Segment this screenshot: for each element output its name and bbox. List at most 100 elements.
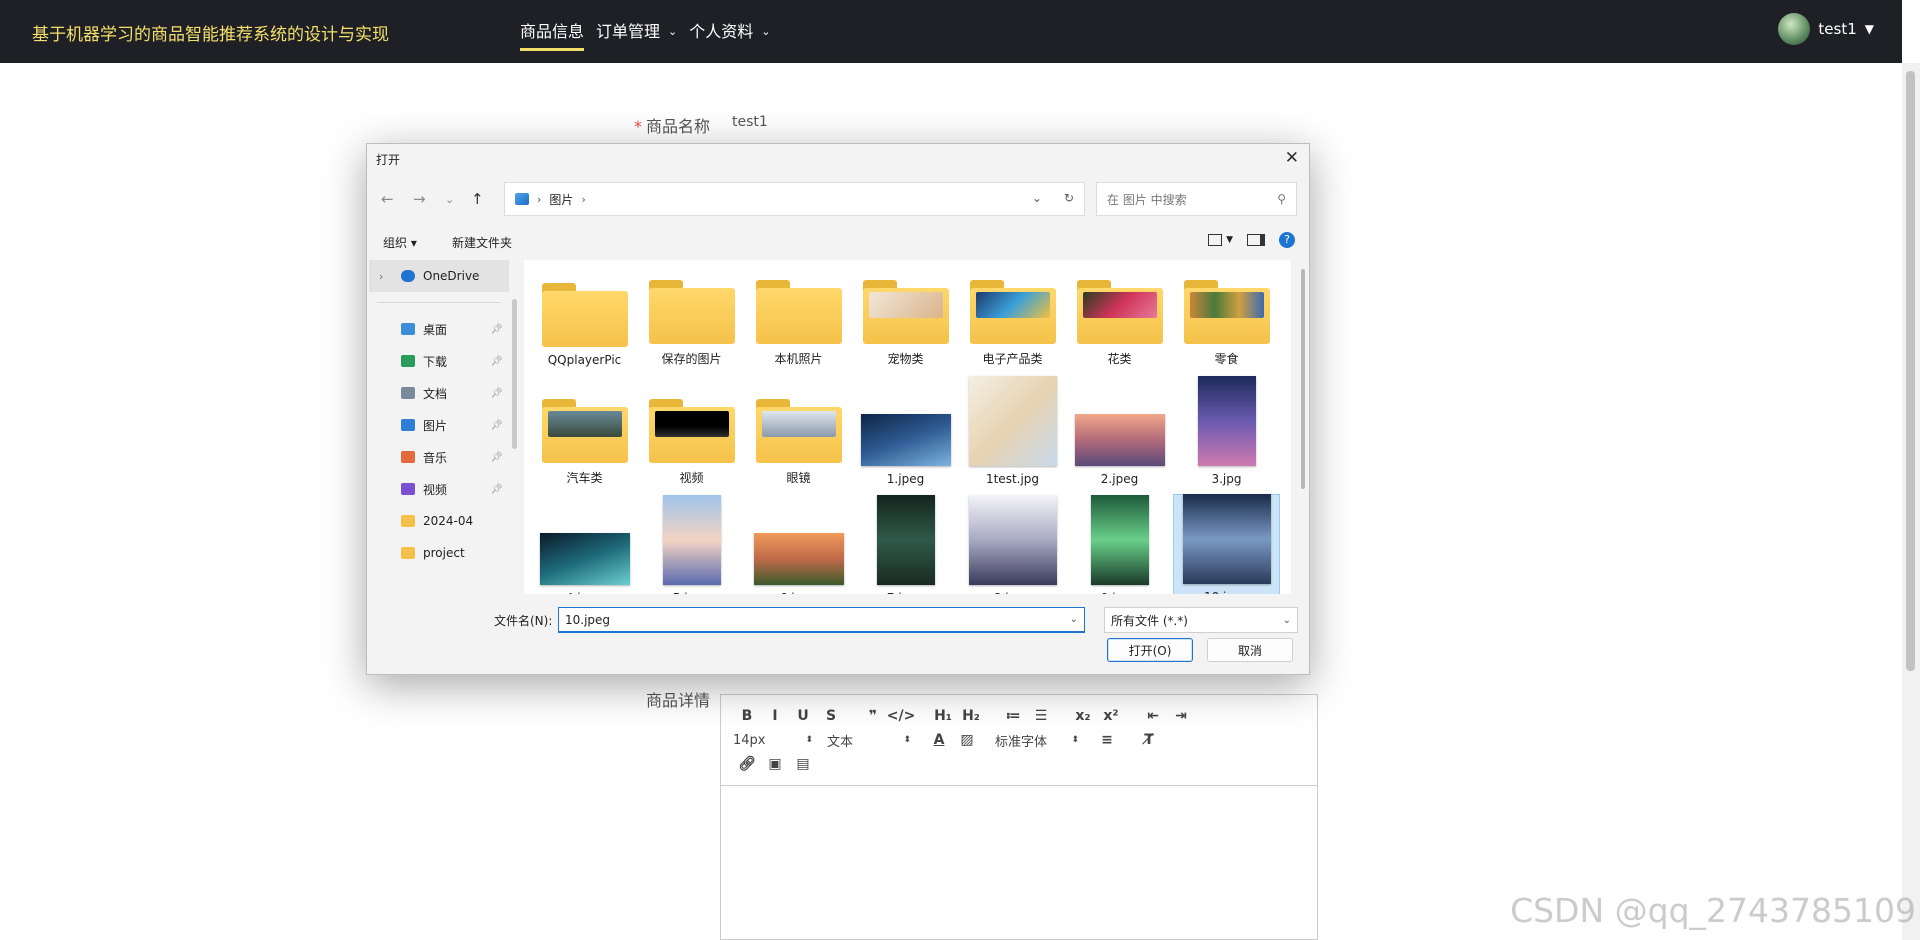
ordered-list-button[interactable]: ≔ [999, 705, 1027, 727]
watermark: CSDN @qq_2743785109 [1510, 891, 1916, 930]
page-scrollbar-thumb[interactable] [1906, 71, 1915, 671]
file-list-scrollbar[interactable] [1301, 269, 1305, 489]
blockquote-button[interactable]: ❞ [859, 705, 887, 727]
nav-item-product-info[interactable]: 商品信息 [520, 0, 585, 63]
folder-item[interactable]: 保存的图片 [638, 260, 745, 375]
sidebar-item-2024-04[interactable]: 2024-04 [369, 505, 509, 537]
file-name-label: 1test.jpg [985, 472, 1040, 486]
pin-icon: 📌︎ [490, 323, 503, 335]
filetype-select[interactable]: 所有文件 (*.*) ⌄ [1104, 607, 1298, 633]
folder-item[interactable]: 本机照片 [745, 260, 852, 375]
folder-item[interactable]: 眼镜 [745, 375, 852, 494]
sidebar-item-[interactable]: 视频 📌︎ [369, 473, 509, 505]
product-name-value[interactable]: test1 [732, 114, 768, 130]
address-dropdown-icon[interactable]: ⌄ [1032, 191, 1042, 205]
folder-item[interactable]: 宠物类 [852, 260, 959, 375]
sidebar-item-[interactable]: 下载 📌︎ [369, 345, 509, 377]
heading1-button[interactable]: H₁ [929, 705, 957, 727]
indent-button[interactable]: ⇥ [1167, 705, 1195, 727]
file-item[interactable]: 9.jpeg [1066, 494, 1173, 594]
file-name-label: 1.jpeg [886, 472, 925, 486]
italic-button[interactable]: I [761, 705, 789, 727]
avatar[interactable] [1778, 13, 1811, 45]
background-color-icon[interactable]: ▨ [953, 729, 981, 751]
bold-button[interactable]: B [733, 705, 761, 727]
file-item[interactable]: 4.jpeg [531, 494, 638, 594]
help-icon[interactable]: ? [1279, 232, 1295, 248]
clear-format-icon[interactable]: T̸ [1135, 729, 1163, 751]
folder-icon [969, 280, 1056, 344]
sidebar-item-label: project [423, 546, 465, 560]
file-item[interactable]: 5.jpeg [638, 494, 745, 594]
font-family-select[interactable]: 标准字体 ⬍ [995, 731, 1079, 750]
nav-item-profile[interactable]: 个人资料 ⌄ [689, 0, 770, 63]
text-style-select[interactable]: 文本 ⬍ [827, 731, 911, 750]
chevron-down-icon[interactable]: ⌄ [1070, 614, 1078, 625]
preview-pane-icon[interactable] [1247, 234, 1265, 246]
font-color-button[interactable]: A [925, 729, 953, 751]
file-item[interactable]: 2.jpeg [1066, 375, 1173, 494]
expand-chevron-icon[interactable]: › [379, 270, 383, 283]
link-icon[interactable]: 🔗︎ [733, 753, 761, 775]
filename-input[interactable]: 10.jpeg ⌄ [558, 607, 1085, 633]
file-item[interactable]: 3.jpg [1173, 375, 1280, 494]
sidebar-item-onedrive[interactable]: › OneDrive [369, 260, 509, 292]
subscript-button[interactable]: x₂ [1069, 705, 1097, 727]
underline-button[interactable]: U [789, 705, 817, 727]
page-scrollbar[interactable] [1902, 63, 1920, 940]
heading2-button[interactable]: H₂ [957, 705, 985, 727]
sidebar-item-[interactable]: 图片 📌︎ [369, 409, 509, 441]
folder-item[interactable]: 视频 [638, 375, 745, 494]
divider [377, 302, 501, 303]
view-dropdown-icon[interactable]: ▼ [1226, 235, 1233, 245]
font-size-select[interactable]: 14px ⬍ [733, 733, 813, 748]
new-folder-button[interactable]: 新建文件夹 [452, 234, 512, 251]
code-block-button[interactable]: </> [887, 705, 916, 727]
sidebar-scrollbar[interactable] [512, 299, 517, 449]
folder-item[interactable]: 电子产品类 [959, 260, 1066, 375]
address-bar[interactable]: › 图片 › ⌄ ↻ [504, 182, 1085, 216]
caret-down-icon[interactable]: ▼ [1865, 22, 1874, 36]
file-item[interactable]: 8.jpeg [959, 494, 1066, 594]
file-item[interactable]: 1.jpeg [852, 375, 959, 494]
outdent-button[interactable]: ⇤ [1139, 705, 1167, 727]
folder-item[interactable]: 花类 [1066, 260, 1173, 375]
file-item[interactable]: 10.jpeg [1173, 494, 1280, 594]
user-menu[interactable]: test1 ▼ [1778, 13, 1874, 45]
file-item[interactable]: 6.jpeg [745, 494, 852, 594]
sidebar-item-[interactable]: 桌面 📌︎ [369, 313, 509, 345]
sidebar-item-label: 图片 [423, 418, 448, 433]
organize-button[interactable]: 组织 ▾ [383, 234, 417, 251]
open-button[interactable]: 打开(O) [1107, 638, 1193, 662]
image-icon[interactable]: ▣ [761, 753, 789, 775]
cancel-button[interactable]: 取消 [1207, 638, 1293, 662]
close-icon[interactable]: ✕ [1285, 148, 1299, 168]
up-arrow-icon[interactable]: ↑ [471, 190, 484, 208]
align-icon[interactable]: ≡ [1093, 729, 1121, 751]
sidebar-item-[interactable]: 音乐 📌︎ [369, 441, 509, 473]
file-item[interactable]: 7.jpeg [852, 494, 959, 594]
sidebar-item-[interactable]: 文档 📌︎ [369, 377, 509, 409]
breadcrumb-pictures[interactable]: 图片 [549, 191, 573, 208]
sidebar-item-project[interactable]: project [369, 537, 509, 569]
bullet-list-button[interactable]: ☰ [1027, 705, 1055, 727]
folder-icon [755, 399, 842, 463]
folder-item[interactable]: 汽车类 [531, 375, 638, 494]
nav-item-order-management[interactable]: 订单管理 ⌄ [596, 0, 677, 63]
superscript-button[interactable]: x² [1097, 705, 1125, 727]
video-icon[interactable]: ▤ [789, 753, 817, 775]
recent-locations-chevron-icon[interactable]: ⌄ [445, 193, 454, 206]
refresh-icon[interactable]: ↻ [1064, 191, 1074, 205]
folder-icon [401, 515, 415, 527]
chevron-down-icon: ⌄ [1282, 614, 1291, 626]
folder-item[interactable]: 零食 [1173, 260, 1280, 375]
sidebar-item-label: 桌面 [423, 322, 448, 337]
view-mode-icon[interactable] [1208, 234, 1223, 246]
search-input[interactable]: 在 图片 中搜索 ⚲ [1096, 182, 1297, 216]
folder-item[interactable]: QQplayerPic [531, 260, 638, 375]
file-item[interactable]: 1test.jpg [959, 375, 1066, 494]
back-arrow-icon[interactable]: ← [381, 190, 394, 208]
forward-arrow-icon[interactable]: → [413, 190, 426, 208]
username[interactable]: test1 [1818, 20, 1856, 38]
strikethrough-button[interactable]: S [817, 705, 845, 727]
